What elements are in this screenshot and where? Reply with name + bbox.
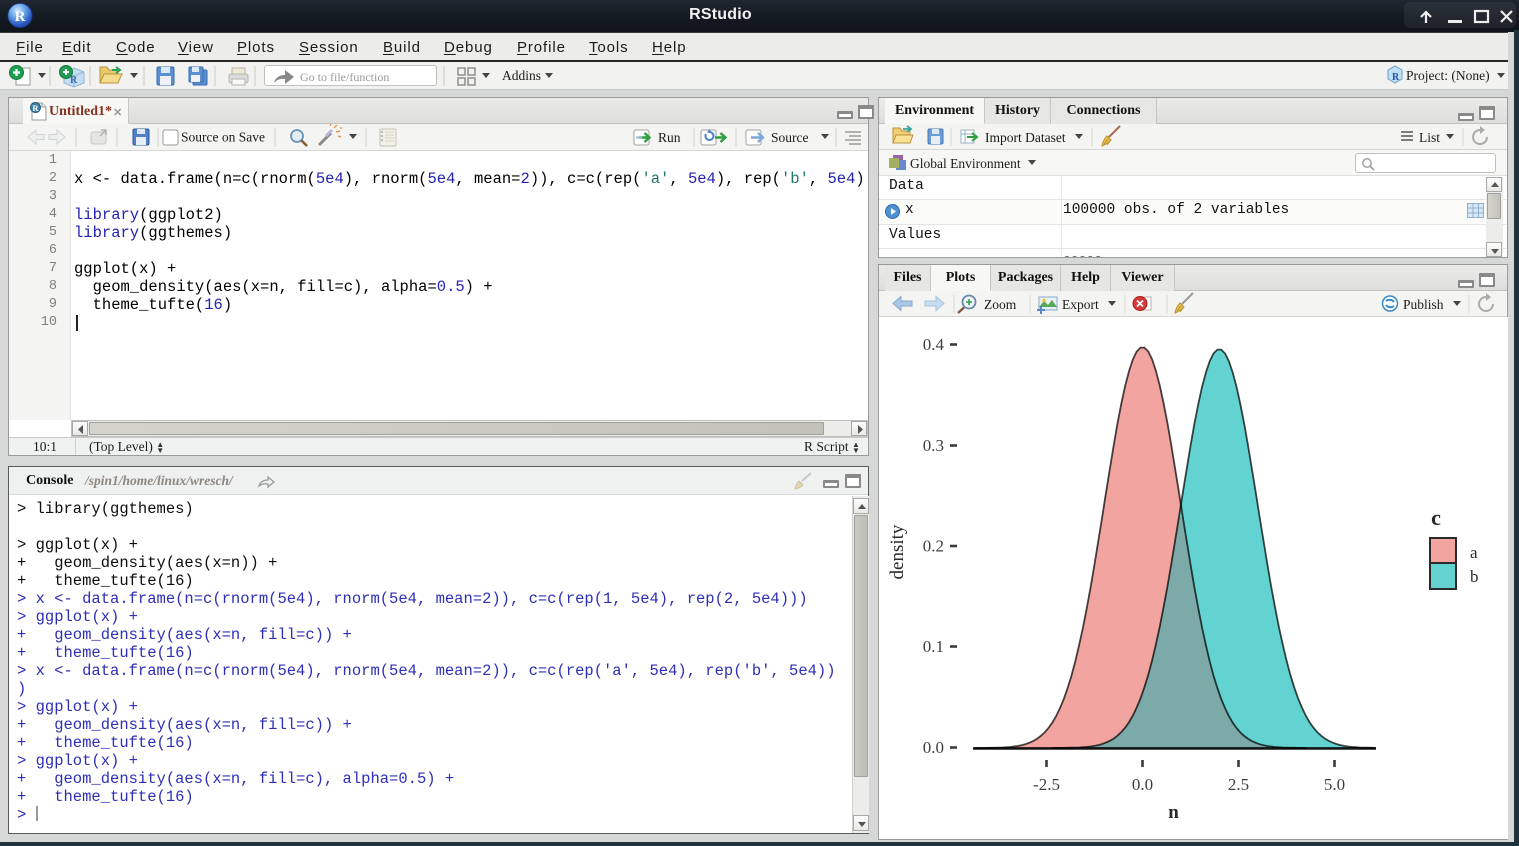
- svg-text:Addins: Addins: [502, 68, 541, 83]
- svg-text:Run: Run: [658, 130, 681, 145]
- svg-text:n: n: [1168, 802, 1179, 823]
- svg-text:-2.5: -2.5: [1033, 775, 1060, 794]
- svg-text:5.0: 5.0: [1324, 775, 1345, 794]
- svg-text:0.4: 0.4: [923, 335, 945, 354]
- svg-text:Source on Save: Source on Save: [181, 130, 265, 145]
- svg-text:Publish: Publish: [1403, 297, 1444, 312]
- svg-text:R: R: [1392, 72, 1400, 83]
- svg-text:Global Environment: Global Environment: [910, 156, 1021, 171]
- svg-text:b: b: [1470, 567, 1479, 586]
- svg-text:0.0: 0.0: [1132, 775, 1153, 794]
- svg-text:0.0: 0.0: [923, 738, 944, 757]
- svg-text:Zoom: Zoom: [984, 297, 1017, 312]
- svg-text:Project: (None): Project: (None): [1406, 68, 1490, 83]
- svg-text:c: c: [1431, 505, 1441, 530]
- svg-text:density: density: [887, 524, 908, 579]
- svg-text:0.1: 0.1: [923, 637, 944, 656]
- svg-text:R: R: [32, 103, 39, 113]
- svg-text:a: a: [1470, 543, 1478, 562]
- svg-text:Import Dataset: Import Dataset: [985, 130, 1066, 145]
- svg-text:0.2: 0.2: [923, 537, 944, 556]
- svg-text:R: R: [15, 9, 26, 25]
- svg-text:2.5: 2.5: [1228, 775, 1249, 794]
- svg-text:0.3: 0.3: [923, 436, 944, 455]
- svg-text:Source: Source: [771, 130, 809, 145]
- svg-text:Export: Export: [1062, 297, 1099, 312]
- svg-text:List: List: [1419, 130, 1440, 145]
